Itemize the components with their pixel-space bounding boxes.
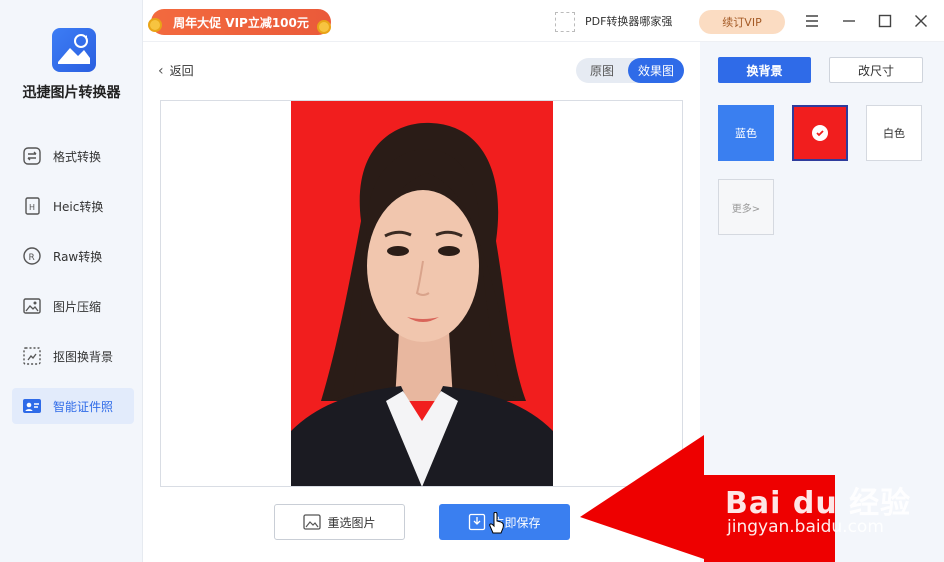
raw-icon: R <box>22 246 42 266</box>
sidebar-item-label: 智能证件照 <box>53 399 114 414</box>
pdf-icon <box>555 12 575 32</box>
more-colors-label: 更多> <box>731 203 761 215</box>
minimize-icon[interactable] <box>840 12 858 30</box>
sidebar-item-label: 格式转换 <box>53 149 102 164</box>
id-photo-icon <box>22 396 42 416</box>
format-convert-icon <box>22 146 42 166</box>
color-swatch-blue[interactable]: 蓝色 <box>718 105 774 161</box>
promo-banner[interactable]: 周年大促 VIP立减100元 <box>151 9 331 35</box>
reselect-image-button[interactable]: 重选图片 <box>274 504 405 540</box>
top-bar: 周年大促 VIP立减100元 PDF转换器哪家强 续订VIP <box>143 0 944 42</box>
app-logo-icon <box>52 28 96 72</box>
renew-vip-button[interactable]: 续订VIP <box>699 10 785 34</box>
sidebar-item-id-photo[interactable]: 智能证件照 <box>12 388 134 424</box>
back-button[interactable]: ‹ 返回 <box>158 62 194 79</box>
back-label: 返回 <box>169 64 194 78</box>
svg-text:H: H <box>29 203 35 212</box>
close-icon[interactable] <box>912 12 930 30</box>
check-icon <box>812 125 828 141</box>
image-icon <box>303 514 322 530</box>
tab-change-background[interactable]: 换背景 <box>718 57 811 83</box>
tab-result-label: 效果图 <box>637 64 674 78</box>
more-colors-button[interactable]: 更多> <box>718 179 774 235</box>
renew-vip-label: 续订VIP <box>722 16 762 29</box>
sidebar-item-heic[interactable]: H Heic转换 <box>12 188 134 224</box>
tab-change-background-label: 换背景 <box>746 63 783 78</box>
promo-text: 周年大促 VIP立减100元 <box>173 15 309 30</box>
reselect-label: 重选图片 <box>327 515 376 530</box>
swatch-label: 蓝色 <box>735 127 757 140</box>
download-icon <box>469 513 486 531</box>
swatch-label: 白色 <box>883 127 905 140</box>
app-window: 迅捷图片转换器 格式转换 H Heic转换 R Raw转换 图片压缩 抠图换背景… <box>0 0 944 562</box>
heic-icon: H <box>22 196 42 216</box>
sidebar: 迅捷图片转换器 格式转换 H Heic转换 R Raw转换 图片压缩 抠图换背景… <box>0 0 143 562</box>
sidebar-item-raw[interactable]: R Raw转换 <box>12 238 134 274</box>
tab-original-label: 原图 <box>589 64 614 78</box>
tab-change-size[interactable]: 改尺寸 <box>829 57 923 83</box>
hand-cursor-icon <box>489 512 504 534</box>
color-swatch-red[interactable] <box>792 105 848 161</box>
tab-change-size-label: 改尺寸 <box>857 63 894 78</box>
sidebar-item-label: 抠图换背景 <box>53 349 114 364</box>
coin-icon <box>317 20 331 34</box>
tab-original[interactable]: 原图 <box>576 58 628 83</box>
sidebar-item-label: Heic转换 <box>53 199 104 214</box>
sidebar-item-label: Raw转换 <box>53 249 103 264</box>
chevron-left-icon: ‹ <box>158 62 164 79</box>
cutout-icon <box>22 346 42 366</box>
sidebar-item-label: 图片压缩 <box>53 299 102 314</box>
watermark-url: jingyan.baidu.com <box>727 517 884 537</box>
maximize-icon[interactable] <box>876 12 894 30</box>
view-toggle: 原图 效果图 <box>576 58 684 83</box>
id-photo-preview <box>291 101 553 486</box>
app-name: 迅捷图片转换器 <box>22 85 121 101</box>
baidu-watermark: Bai du 经验 <box>725 486 912 521</box>
tab-result[interactable]: 效果图 <box>628 58 684 83</box>
sidebar-item-cutout[interactable]: 抠图换背景 <box>12 338 134 374</box>
color-swatch-white[interactable]: 白色 <box>866 105 922 161</box>
image-compress-icon <box>22 296 42 316</box>
pdf-ad-link[interactable]: PDF转换器哪家强 <box>585 13 672 29</box>
svg-text:R: R <box>29 253 35 263</box>
sidebar-item-format-convert[interactable]: 格式转换 <box>12 138 134 174</box>
sidebar-item-image-compress[interactable]: 图片压缩 <box>12 288 134 324</box>
preview-canvas <box>160 100 683 487</box>
menu-icon[interactable] <box>803 12 821 30</box>
coin-icon <box>148 18 162 32</box>
